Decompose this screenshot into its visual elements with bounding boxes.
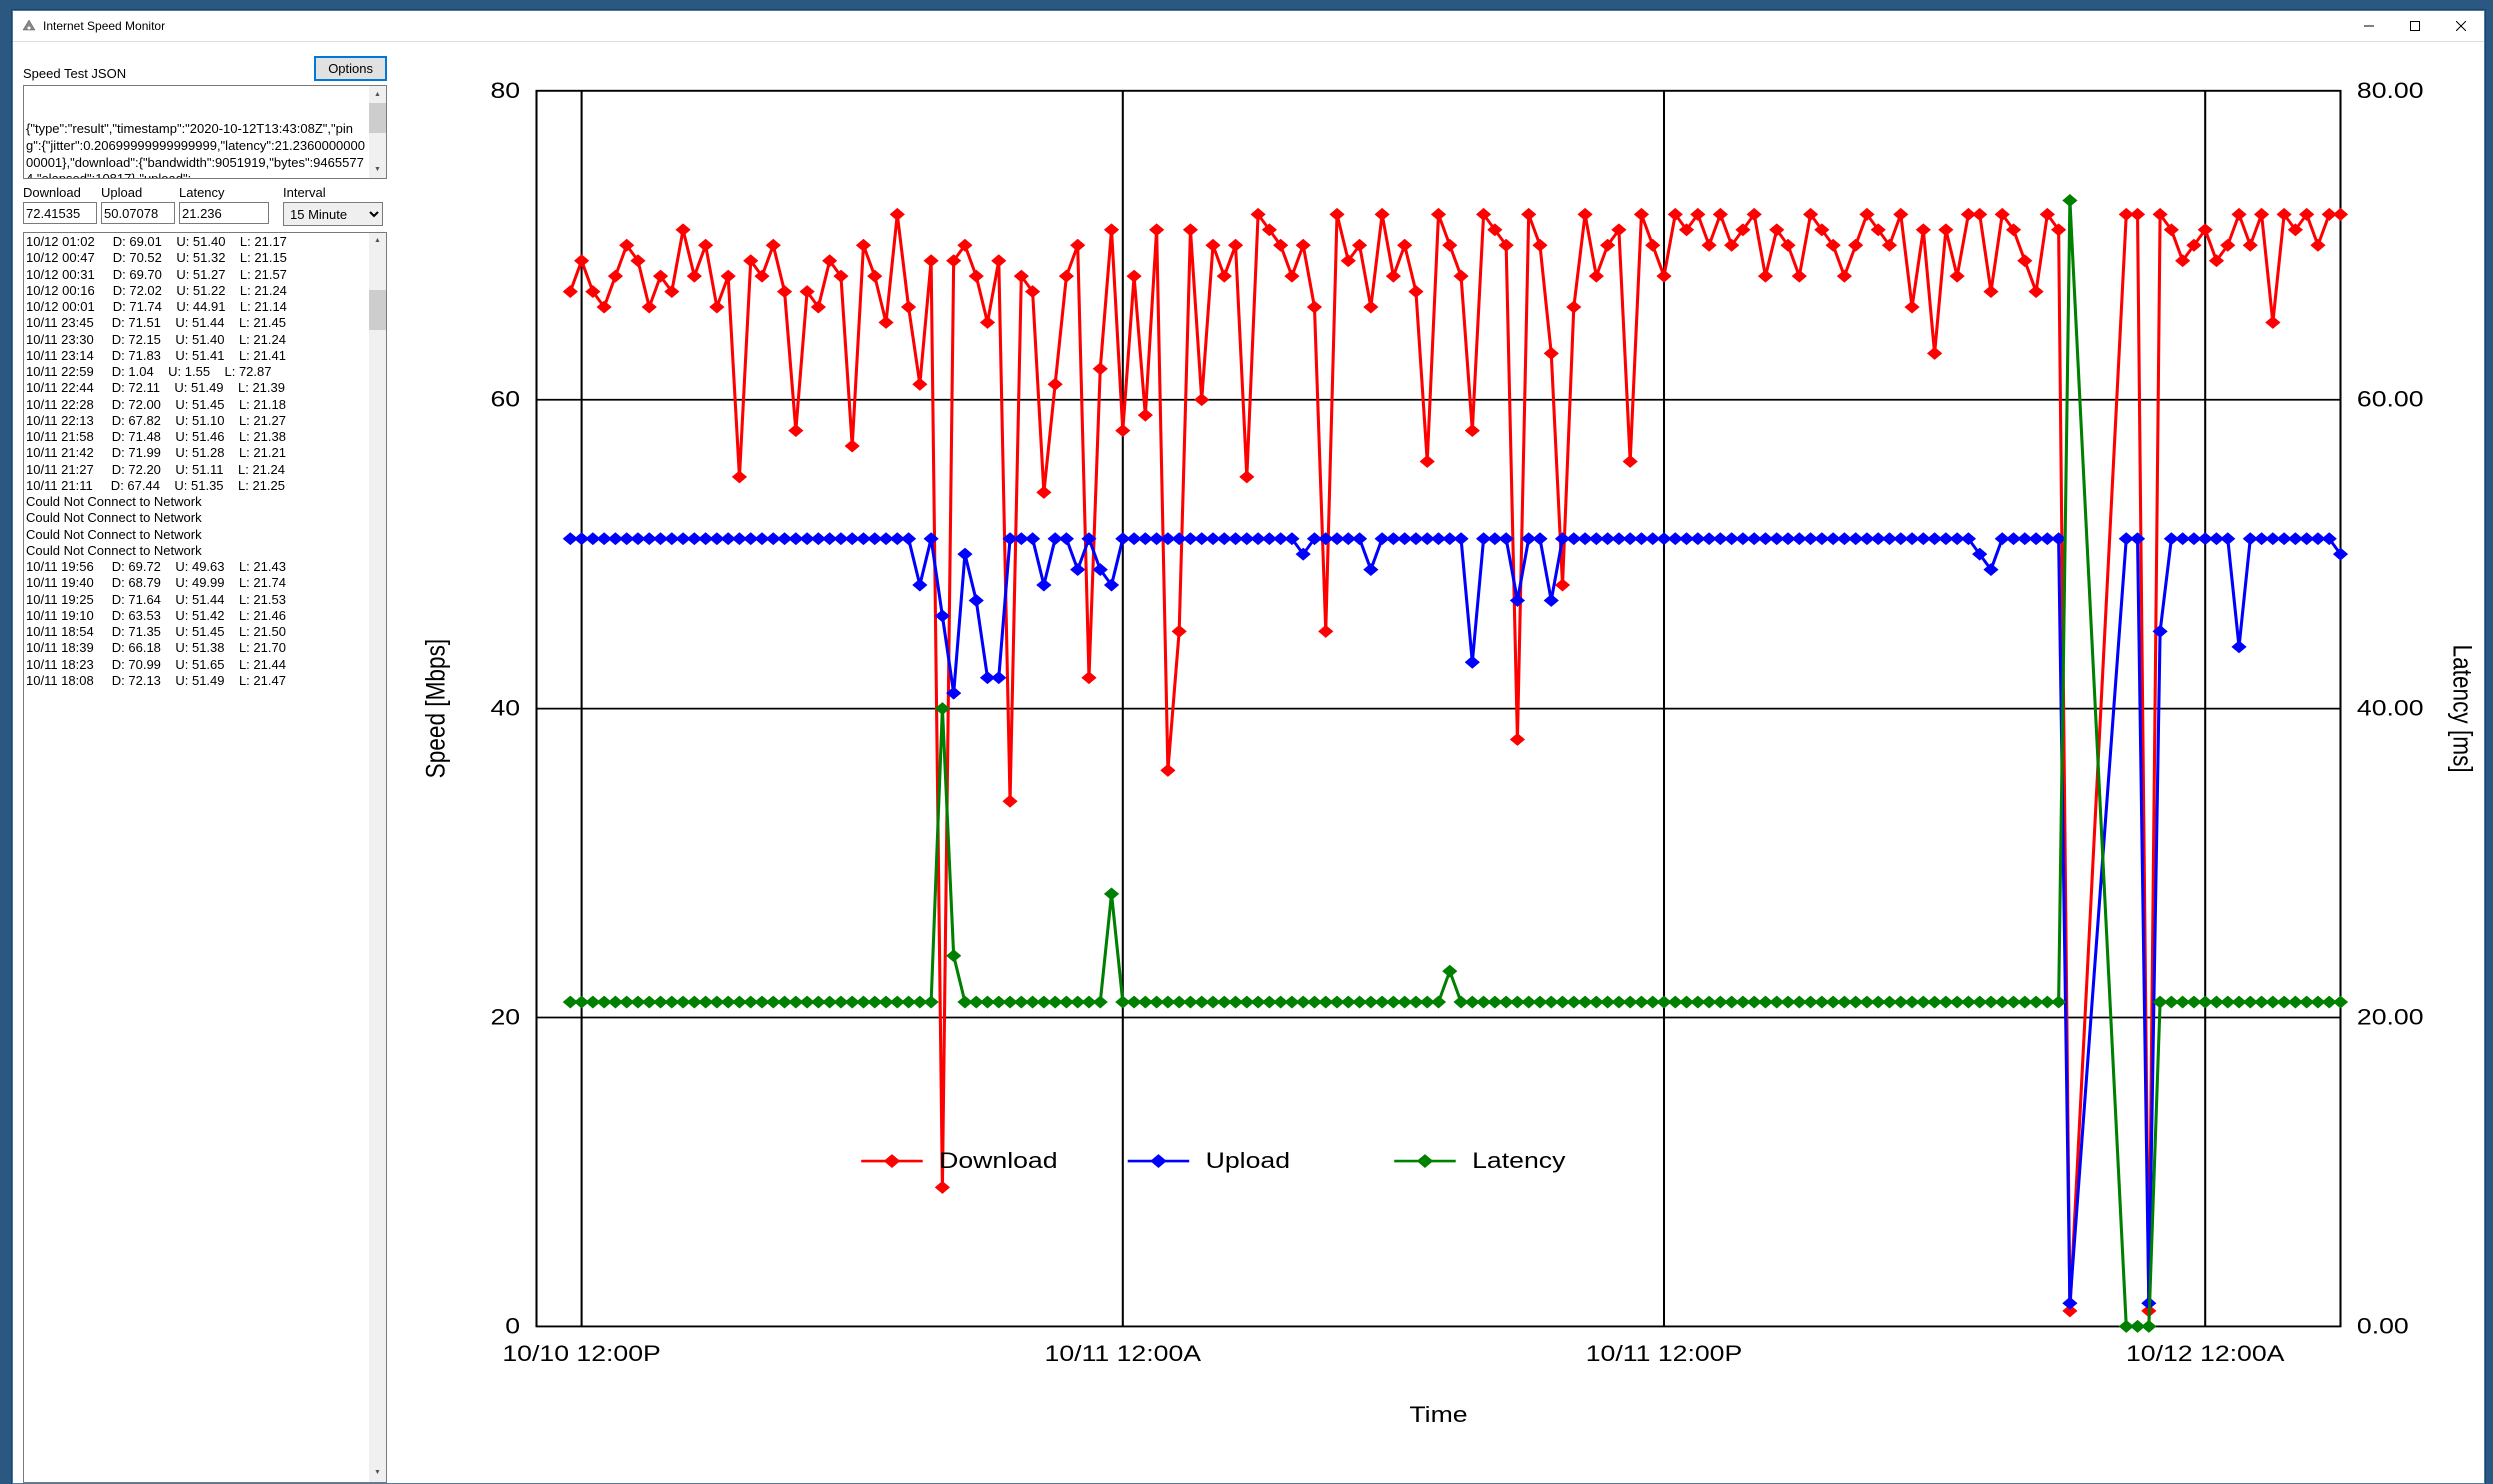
fields-row: Download Upload Latency Interval 15 Minu… xyxy=(23,185,387,226)
upload-field[interactable] xyxy=(101,202,175,224)
scroll-up-icon[interactable]: ▲ xyxy=(369,233,386,250)
log-row[interactable]: 10/11 23:14 D: 71.83 U: 51.41 L: 21.41 xyxy=(26,348,384,364)
svg-text:Latency [ms]: Latency [ms] xyxy=(2447,645,2476,773)
log-row[interactable]: 10/11 19:10 D: 63.53 U: 51.42 L: 21.46 xyxy=(26,608,384,624)
speed-chart: 0 20 40 60 80 0.00 20.00 40.00 60.00 80.00 10/10 1… xyxy=(393,56,2484,1483)
svg-text:Latency: Latency xyxy=(1472,1149,1566,1174)
svg-text:40: 40 xyxy=(490,696,520,721)
log-listbox[interactable]: 10/12 01:02 D: 69.01 U: 51.40 L: 21.1710… xyxy=(23,232,387,1483)
svg-text:80: 80 xyxy=(490,79,520,104)
upload-label: Upload xyxy=(101,185,175,200)
sidebar: Speed Test JSON Options {"type":"result"… xyxy=(13,56,393,1483)
svg-text:60: 60 xyxy=(490,387,520,412)
svg-text:10/11 12:00A: 10/11 12:00A xyxy=(1045,1342,1202,1367)
log-row[interactable]: 10/11 19:25 D: 71.64 U: 51.44 L: 21.53 xyxy=(26,592,384,608)
interval-label: Interval xyxy=(283,185,383,200)
svg-text:40.00: 40.00 xyxy=(2357,696,2424,721)
svg-text:20.00: 20.00 xyxy=(2357,1005,2424,1030)
latency-field[interactable] xyxy=(179,202,269,224)
svg-text:0.00: 0.00 xyxy=(2357,1314,2409,1339)
scroll-up-icon[interactable]: ▲ xyxy=(369,86,386,103)
log-row[interactable]: 10/11 18:54 D: 71.35 U: 51.45 L: 21.50 xyxy=(26,624,384,640)
json-scrollbar[interactable]: ▲ ▼ xyxy=(369,86,386,178)
log-row[interactable]: 10/11 22:28 D: 72.00 U: 51.45 L: 21.18 xyxy=(26,397,384,413)
log-row[interactable]: 10/11 21:58 D: 71.48 U: 51.46 L: 21.38 xyxy=(26,429,384,445)
svg-text:Speed [Mbps]: Speed [Mbps] xyxy=(422,639,451,779)
scroll-thumb[interactable] xyxy=(369,290,386,330)
latency-label: Latency xyxy=(179,185,269,200)
svg-text:20: 20 xyxy=(490,1005,520,1030)
scroll-thumb[interactable] xyxy=(369,103,386,133)
json-label: Speed Test JSON xyxy=(23,66,314,81)
log-row[interactable]: 10/11 23:30 D: 72.15 U: 51.40 L: 21.24 xyxy=(26,332,384,348)
log-row[interactable]: Could Not Connect to Network xyxy=(26,494,384,510)
log-row[interactable]: 10/11 22:59 D: 1.04 U: 1.55 L: 72.87 xyxy=(26,364,384,380)
log-row[interactable]: Could Not Connect to Network xyxy=(26,527,384,543)
log-scrollbar[interactable]: ▲ ▼ xyxy=(369,233,386,1482)
scroll-down-icon[interactable]: ▼ xyxy=(369,161,386,178)
log-row[interactable]: Could Not Connect to Network xyxy=(26,543,384,559)
log-row[interactable]: 10/12 00:31 D: 69.70 U: 51.27 L: 21.57 xyxy=(26,267,384,283)
svg-text:Download: Download xyxy=(939,1149,1057,1174)
scroll-down-icon[interactable]: ▼ xyxy=(369,1465,386,1482)
interval-select[interactable]: 15 Minute xyxy=(283,202,383,226)
download-label: Download xyxy=(23,185,97,200)
log-row[interactable]: 10/11 18:23 D: 70.99 U: 51.65 L: 21.44 xyxy=(26,657,384,673)
svg-text:10/12 12:00A: 10/12 12:00A xyxy=(2126,1342,2285,1367)
svg-text:10/10 12:00P: 10/10 12:00P xyxy=(502,1342,660,1367)
json-content: {"type":"result","timestamp":"2020-10-12… xyxy=(26,121,384,179)
log-row[interactable]: 10/11 22:13 D: 67.82 U: 51.10 L: 21.27 xyxy=(26,413,384,429)
download-field[interactable] xyxy=(23,202,97,224)
log-row[interactable]: 10/11 18:08 D: 72.13 U: 51.49 L: 21.47 xyxy=(26,673,384,689)
log-row[interactable]: 10/11 21:42 D: 71.99 U: 51.28 L: 21.21 xyxy=(26,445,384,461)
log-row[interactable]: 10/12 01:02 D: 69.01 U: 51.40 L: 21.17 xyxy=(26,234,384,250)
options-button[interactable]: Options xyxy=(314,56,387,81)
svg-text:60.00: 60.00 xyxy=(2357,387,2424,412)
svg-text:Upload: Upload xyxy=(1206,1149,1290,1174)
log-row[interactable]: 10/11 18:39 D: 66.18 U: 51.38 L: 21.70 xyxy=(26,640,384,656)
minimize-button[interactable] xyxy=(2346,11,2392,41)
svg-text:80.00: 80.00 xyxy=(2357,79,2424,104)
log-row[interactable]: 10/11 19:56 D: 69.72 U: 49.63 L: 21.43 xyxy=(26,559,384,575)
client-area: Speed Test JSON Options {"type":"result"… xyxy=(13,41,2484,1483)
log-row[interactable]: 10/12 00:47 D: 70.52 U: 51.32 L: 21.15 xyxy=(26,250,384,266)
titlebar[interactable]: Internet Speed Monitor xyxy=(13,11,2484,41)
chart-area: 0 20 40 60 80 0.00 20.00 40.00 60.00 80.00 10/10 1… xyxy=(393,56,2484,1483)
svg-text:10/11 12:00P: 10/11 12:00P xyxy=(1586,1342,1742,1367)
close-button[interactable] xyxy=(2438,11,2484,41)
window-buttons xyxy=(2346,11,2484,41)
app-window: Internet Speed Monitor Speed Test JSON O… xyxy=(12,10,2485,1484)
log-row[interactable]: 10/11 22:44 D: 72.11 U: 51.49 L: 21.39 xyxy=(26,380,384,396)
log-row[interactable]: 10/11 23:45 D: 71.51 U: 51.44 L: 21.45 xyxy=(26,315,384,331)
log-row[interactable]: Could Not Connect to Network xyxy=(26,510,384,526)
log-row[interactable]: 10/12 00:16 D: 72.02 U: 51.22 L: 21.24 xyxy=(26,283,384,299)
log-row[interactable]: 10/11 19:40 D: 68.79 U: 49.99 L: 21.74 xyxy=(26,575,384,591)
maximize-button[interactable] xyxy=(2392,11,2438,41)
json-textbox[interactable]: {"type":"result","timestamp":"2020-10-12… xyxy=(23,85,387,179)
svg-text:Time: Time xyxy=(1409,1403,1467,1428)
log-row[interactable]: 10/11 21:11 D: 67.44 U: 51.35 L: 21.25 xyxy=(26,478,384,494)
window-title: Internet Speed Monitor xyxy=(43,19,2346,33)
log-row[interactable]: 10/12 00:01 D: 71.74 U: 44.91 L: 21.14 xyxy=(26,299,384,315)
app-icon xyxy=(21,18,37,34)
svg-text:0: 0 xyxy=(505,1314,520,1339)
log-row[interactable]: 10/11 21:27 D: 72.20 U: 51.11 L: 21.24 xyxy=(26,462,384,478)
